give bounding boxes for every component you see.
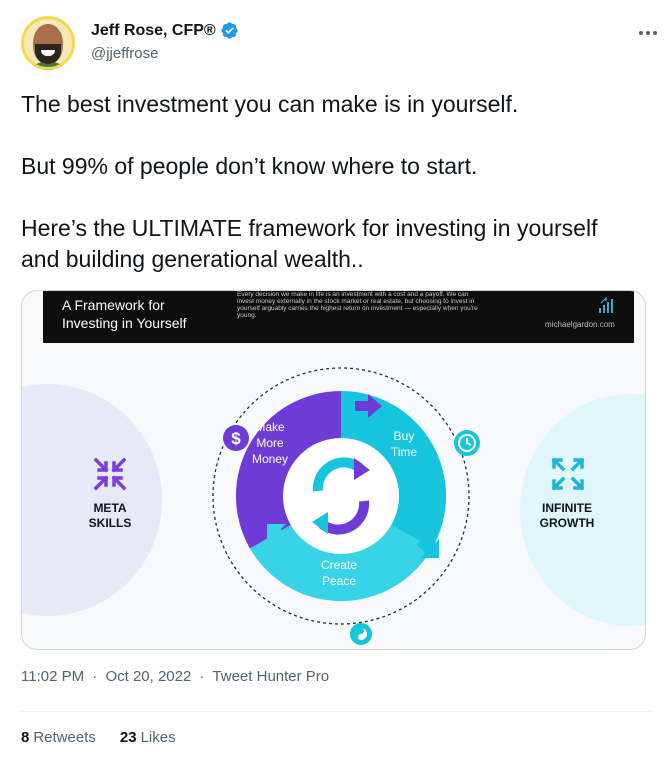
- segment-label: Buy: [394, 429, 415, 443]
- avatar[interactable]: [21, 16, 75, 70]
- likes-label: Likes: [140, 729, 176, 746]
- tweet-image[interactable]: A Framework for Investing in Yourself Ev…: [21, 290, 646, 650]
- divider: [21, 711, 651, 712]
- tweet-time[interactable]: 11:02 PM: [21, 668, 84, 685]
- image-title-line: Investing in Yourself: [62, 315, 187, 331]
- tweet-timestamp: 11:02 PM · Oct 20, 2022 · Tweet Hunter P…: [21, 668, 329, 685]
- clock-badge-icon: [454, 430, 480, 456]
- image-title-line: A Framework for: [62, 297, 165, 313]
- meta-skills-blob: [22, 384, 162, 616]
- image-title: A Framework for Investing in Yourself: [62, 296, 187, 332]
- segment-label: More: [256, 436, 284, 450]
- retweets-count: 8: [21, 729, 30, 746]
- meta-skills-line: SKILLS: [88, 516, 132, 530]
- tweet-text: The best investment you can make is in y…: [21, 89, 641, 275]
- infinite-growth-label: INFINITE GROWTH: [532, 501, 602, 531]
- likes-count: 23: [119, 729, 137, 746]
- tweet-source-link[interactable]: Tweet Hunter Pro: [212, 668, 329, 685]
- retweets-label: Retweets: [33, 729, 96, 746]
- author-handle[interactable]: @jjeffrose: [91, 45, 158, 62]
- tweet-paragraph: But 99% of people don’t know where to st…: [21, 153, 478, 179]
- more-options-icon[interactable]: [635, 23, 661, 43]
- segment-label: Money: [252, 452, 288, 466]
- expand-arrows-icon: [551, 457, 585, 491]
- infinite-growth-line: GROWTH: [539, 516, 595, 530]
- retweets-link[interactable]: 8 Retweets: [21, 729, 96, 746]
- framework-diagram: $ Make More Money Buy Time Create Peace: [212, 367, 470, 645]
- center-circle: [283, 438, 399, 554]
- tweet-date[interactable]: Oct 20, 2022: [105, 668, 191, 685]
- compress-arrows-icon: [93, 457, 127, 491]
- meta-skills-label: META SKILLS: [85, 501, 135, 531]
- tweet-paragraph: The best investment you can make is in y…: [21, 91, 519, 117]
- avatar-ring: [21, 16, 75, 70]
- signal-bars-icon: [599, 296, 613, 313]
- separator: ·: [92, 668, 98, 685]
- image-header-bar: A Framework for Investing in Yourself Ev…: [43, 291, 634, 343]
- separator: ·: [199, 668, 205, 685]
- meta-skills-line: META: [93, 501, 127, 515]
- infinite-growth-line: INFINITE: [542, 501, 592, 515]
- image-site: michaelgardon.com: [545, 320, 615, 329]
- segment-label: Make: [255, 420, 285, 434]
- tweet-paragraph: Here’s the ULTIMATE framework for invest…: [21, 215, 598, 272]
- segment-label: Time: [391, 445, 418, 459]
- tweet-stats: 8 Retweets 23 Likes: [21, 729, 176, 746]
- likes-link[interactable]: 23 Likes: [120, 729, 176, 746]
- author-name-row[interactable]: Jeff Rose, CFP®: [91, 21, 239, 40]
- segment-label: Create: [321, 558, 357, 572]
- display-name[interactable]: Jeff Rose, CFP®: [91, 22, 216, 40]
- segment-label: Peace: [322, 574, 356, 588]
- verified-badge-icon: [221, 22, 238, 39]
- image-description: Every decision we make in life is an inv…: [237, 291, 478, 319]
- svg-text:$: $: [231, 429, 241, 448]
